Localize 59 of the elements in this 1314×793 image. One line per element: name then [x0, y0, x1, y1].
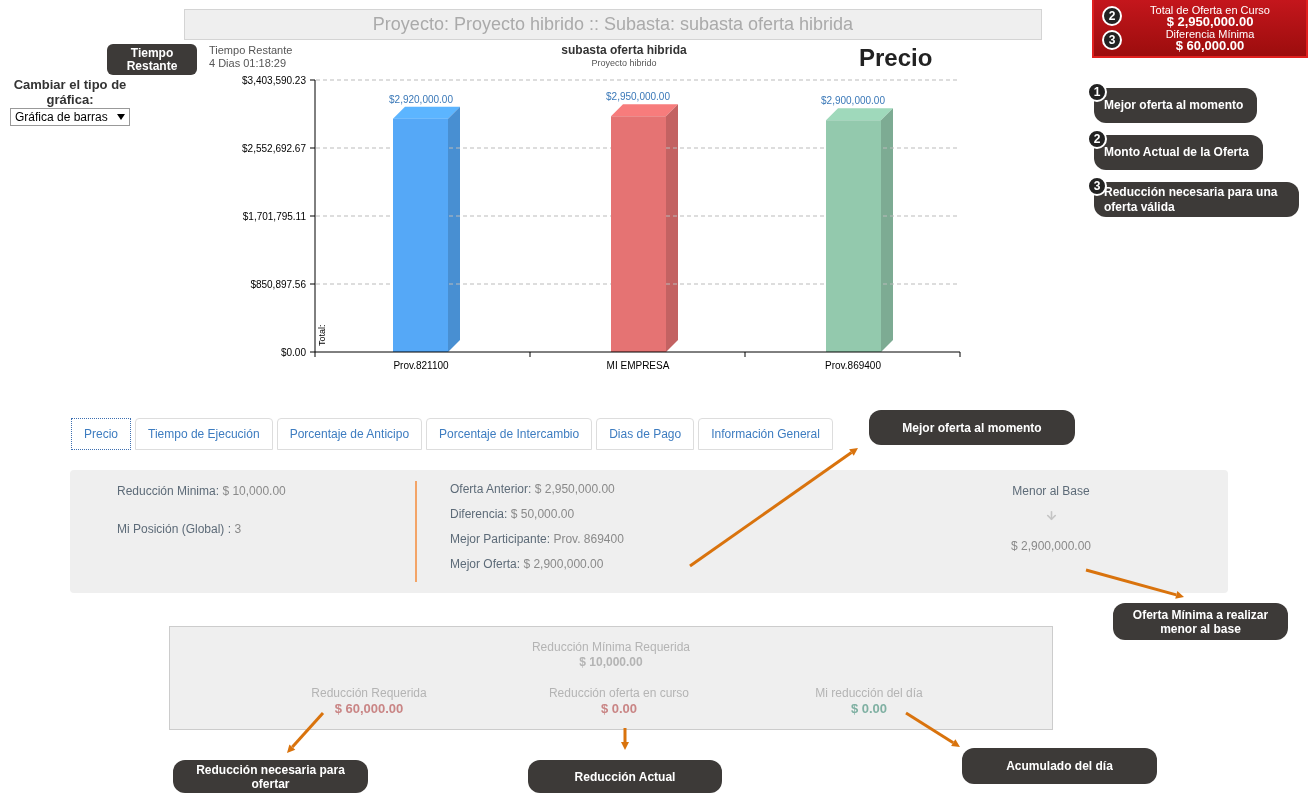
time-badge: Tiempo Restante [107, 44, 197, 75]
summary-label: Diferencia Mínima [1165, 28, 1255, 40]
callout: Oferta Mínima a realizar menor al base [1113, 603, 1288, 640]
chart-heading: Precio [859, 43, 933, 73]
base-value: $ 2,900,000.00 [1010, 538, 1092, 555]
countdown-value: 4 Dias 01:18:29 [209, 57, 288, 70]
callout: Acumulado del día [962, 748, 1157, 784]
countdown-label: Tiempo Restante [209, 44, 294, 57]
base-label: Menor al Base [1012, 483, 1090, 500]
chart-title: subasta oferta hibrida [561, 44, 687, 57]
tab[interactable]: Dias de Pago [596, 418, 695, 450]
price-stat: Oferta Anterior: $ 2,950,000.00 [450, 482, 616, 497]
price-stat: Mi Posición (Global) : 3 [117, 521, 243, 538]
reduction-value: $ 10,000.00 [579, 655, 643, 670]
callout: Mejor oferta al momento [869, 410, 1075, 445]
category-label: Prov.821100 [393, 360, 449, 371]
tab[interactable]: Tiempo de Ejecución [135, 418, 273, 450]
chart-type-select[interactable]: Gráfica de barras [10, 108, 130, 126]
price-stat: Mejor Oferta: $ 2,900,000.00 [450, 557, 605, 572]
y-tick-label: $1,701,795.11 [242, 210, 306, 222]
price-stat: Reducción Minima: $ 10,000.00 [117, 483, 287, 500]
summary-value: $ 2,950,000.00 [1166, 16, 1254, 28]
price-stat: Mejor Participante: Prov. 869400 [450, 532, 625, 547]
pointer-arrow [905, 711, 960, 747]
reduction-amount: $ 0.00 [850, 701, 888, 717]
dropdown-caret-icon [117, 114, 125, 120]
chart-type-label: Cambiar el tipo de gráfica: [12, 77, 128, 107]
reduction-title: Reducción Mínima Requerida [531, 640, 691, 655]
category-label: Prov.869400 [825, 360, 881, 371]
y-tick-label: $2,552,692.67 [242, 142, 306, 154]
summary-value: $ 60,000.00 [1175, 40, 1245, 52]
tab[interactable]: Porcentaje de Anticipo [276, 418, 423, 450]
chart-subtitle: Proyecto hibrido [591, 57, 657, 70]
callout: Reducción necesaria para ofertar [173, 760, 368, 793]
reduction-label: Mi reducción del día [815, 685, 923, 701]
reduction-label: Reducción Requerida [311, 685, 427, 701]
y-axis-label: Total: [317, 324, 327, 346]
number-badge: 2 [1102, 6, 1122, 26]
pointer-arrow [287, 712, 325, 753]
tab[interactable]: Información General [698, 418, 833, 450]
reduction-amount: $ 60,000.00 [334, 701, 404, 717]
y-tick-label: $3,403,590.23 [242, 74, 306, 86]
bar-value-label: $2,900,000.00 [821, 95, 885, 107]
reduction-label: Reducción oferta en curso [548, 685, 690, 701]
pointer-arrow [621, 728, 629, 750]
summary-label: Total de Oferta en Curso [1150, 4, 1270, 16]
category-label: MI EMPRESA [606, 360, 670, 371]
y-tick-label: $0.00 [280, 346, 306, 358]
page-header: Proyecto: Proyecto hibrido :: Subasta: subasta oferta hibrida [184, 9, 1042, 40]
price-stat: Diferencia: $ 50,000.00 [450, 507, 576, 522]
number-badge: 3 [1102, 30, 1122, 50]
tab[interactable]: Porcentaje de Intercambio [426, 418, 593, 450]
callout: Reducción Actual [528, 760, 722, 793]
down-arrow-icon [1044, 509, 1058, 522]
bar-value-label: $2,920,000.00 [389, 93, 453, 105]
bar-value-label: $2,950,000.00 [606, 91, 670, 103]
y-tick-label: $850,897.56 [250, 278, 306, 290]
tab[interactable]: Precio [71, 418, 131, 450]
reduction-amount: $ 0.00 [600, 701, 638, 717]
